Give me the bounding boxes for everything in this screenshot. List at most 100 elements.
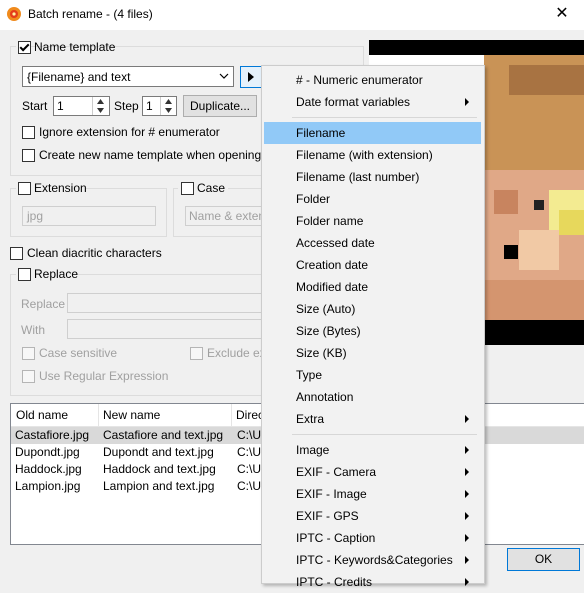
menu-item-label: Size (Auto)	[296, 302, 356, 316]
spin-down-icon	[165, 108, 172, 113]
menu-item-filename-with-extension[interactable]: Filename (with extension)	[264, 144, 481, 166]
cell-directory: C:\U	[237, 479, 261, 493]
case-value: Name & extens	[189, 209, 263, 223]
menu-item-label: Size (KB)	[296, 346, 347, 360]
menu-item-accessed-date[interactable]: Accessed date	[264, 232, 481, 254]
name-template-label: Name template	[34, 40, 116, 54]
submenu-arrow-icon	[465, 415, 469, 423]
menu-item-filename-last-number[interactable]: Filename (last number)	[264, 166, 481, 188]
clean-diacritic-label: Clean diacritic characters	[27, 246, 162, 260]
cell-old-name: Dupondt.jpg	[15, 445, 80, 459]
submenu-arrow-icon	[465, 556, 469, 564]
replace-field-label: Replace	[21, 297, 66, 311]
menu-item-label: IPTC - Credits	[296, 575, 373, 589]
menu-item-iptc-credits[interactable]: IPTC - Credits	[264, 571, 481, 593]
menu-item-size-auto[interactable]: Size (Auto)	[264, 298, 481, 320]
cell-old-name: Lampion.jpg	[15, 479, 81, 493]
ignore-extension-checkbox[interactable]	[22, 126, 35, 139]
replace-input[interactable]	[67, 293, 263, 313]
menu-item-annotation[interactable]: Annotation	[264, 386, 481, 408]
column-old-name-label: Old name	[16, 408, 69, 422]
menu-item-label: Filename (last number)	[296, 170, 420, 184]
menu-item-label: Type	[296, 368, 323, 382]
extension-input[interactable]: jpg	[22, 206, 156, 226]
create-template-checkbox[interactable]	[22, 149, 35, 162]
menu-item-size-bytes[interactable]: Size (Bytes)	[264, 320, 481, 342]
menu-item-exif-camera[interactable]: EXIF - Camera	[264, 461, 481, 483]
name-template-combo[interactable]: {Filename} and text	[22, 66, 234, 87]
create-template-label: Create new name template when opening di…	[39, 148, 290, 162]
column-header-old-name[interactable]: Old name	[11, 404, 99, 426]
insert-variable-button[interactable]	[240, 66, 262, 88]
replace-label: Replace	[34, 267, 79, 281]
name-template-header: Name template	[16, 39, 115, 55]
xnview-app-icon	[6, 6, 22, 22]
spin-up-icon	[97, 99, 104, 104]
case-checkbox[interactable]	[181, 182, 194, 195]
menu-item-label: Date format variables	[296, 95, 411, 109]
menu-item-size-kb[interactable]: Size (KB)	[264, 342, 481, 364]
menu-item-date-format[interactable]: Date format variables	[264, 91, 481, 113]
cell-directory: C:\U	[237, 428, 261, 442]
submenu-arrow-icon	[465, 578, 469, 586]
menu-item-label: Annotation	[296, 390, 354, 404]
insert-variable-menu: # - Numeric enumerator Date format varia…	[261, 65, 485, 589]
menu-item-label: Filename (with extension)	[296, 148, 433, 162]
name-template-checkbox[interactable]	[18, 41, 31, 54]
start-spin-buttons[interactable]	[92, 97, 108, 115]
extension-label: Extension	[34, 181, 87, 195]
step-spin-buttons[interactable]	[160, 97, 176, 115]
menu-item-exif-image[interactable]: EXIF - Image	[264, 483, 481, 505]
name-template-value: {Filename} and text	[27, 70, 131, 84]
play-arrow-icon	[248, 72, 254, 82]
menu-item-numeric-enumerator[interactable]: # - Numeric enumerator	[264, 69, 481, 91]
chevron-down-icon	[219, 73, 229, 79]
replace-checkbox[interactable]	[18, 268, 31, 281]
exclude-extension-label: Exclude ext	[207, 346, 270, 360]
menu-item-type[interactable]: Type	[264, 364, 481, 386]
submenu-arrow-icon	[465, 512, 469, 520]
menu-item-iptc-caption[interactable]: IPTC - Caption	[264, 527, 481, 549]
case-combo[interactable]: Name & extens	[185, 206, 263, 226]
exclude-extension-checkbox[interactable]	[190, 347, 203, 360]
cell-old-name: Castafiore.jpg	[15, 428, 90, 442]
menu-item-filename[interactable]: Filename	[264, 122, 481, 144]
ok-button[interactable]: OK	[507, 548, 580, 571]
menu-item-folder[interactable]: Folder	[264, 188, 481, 210]
column-header-new-name[interactable]: New name	[98, 404, 232, 426]
extension-checkbox[interactable]	[18, 182, 31, 195]
step-spinner[interactable]: 1	[142, 96, 177, 116]
menu-item-extra[interactable]: Extra	[264, 408, 481, 430]
case-sensitive-checkbox[interactable]	[22, 347, 35, 360]
menu-item-label: Image	[296, 443, 330, 457]
cell-directory: C:\U	[237, 462, 261, 476]
menu-separator	[292, 434, 477, 435]
clean-diacritic-checkbox[interactable]	[10, 247, 23, 260]
close-button[interactable]: ✕	[540, 3, 584, 27]
menu-item-label: EXIF - Image	[296, 487, 367, 501]
menu-item-label: Filename	[296, 126, 346, 140]
menu-item-image[interactable]: Image	[264, 439, 481, 461]
menu-item-label: IPTC - Caption	[296, 531, 376, 545]
menu-item-folder-name[interactable]: Folder name	[264, 210, 481, 232]
ignore-extension-label: Ignore extension for # enumerator	[39, 125, 220, 139]
start-value: 1	[57, 99, 64, 113]
menu-item-iptc-keywords[interactable]: IPTC - Keywords&Categories	[264, 549, 481, 571]
menu-item-label: Creation date	[296, 258, 369, 272]
menu-item-exif-gps[interactable]: EXIF - GPS	[264, 505, 481, 527]
duplicate-button[interactable]: Duplicate...	[183, 95, 257, 117]
extension-header: Extension	[16, 180, 87, 196]
menu-item-label: Folder name	[296, 214, 364, 228]
cell-new-name: Haddock and text.jpg	[103, 462, 216, 476]
start-spinner[interactable]: 1	[53, 96, 110, 116]
extension-value: jpg	[27, 209, 44, 223]
with-field-label: With	[21, 323, 45, 337]
regex-checkbox[interactable]	[22, 370, 35, 383]
menu-item-creation-date[interactable]: Creation date	[264, 254, 481, 276]
submenu-arrow-icon	[465, 468, 469, 476]
title-bar: Batch rename - (4 files) ✕	[0, 0, 584, 30]
menu-item-modified-date[interactable]: Modified date	[264, 276, 481, 298]
menu-item-label: # - Numeric enumerator	[296, 73, 423, 87]
case-sensitive-label: Case sensitive	[39, 346, 118, 360]
with-input[interactable]	[67, 319, 263, 339]
